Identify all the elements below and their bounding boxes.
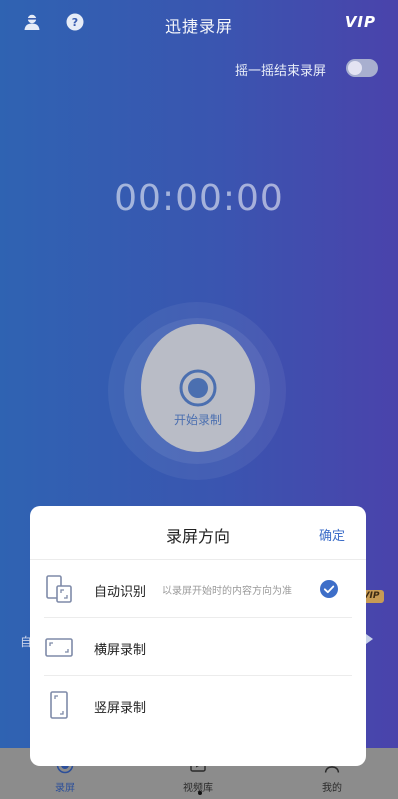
start-recording-button[interactable]: 开始录制 <box>141 324 255 452</box>
start-recording-label: 开始录制 <box>173 413 222 427</box>
confirm-button[interactable]: 确定 <box>319 525 345 544</box>
option-label: 横屏录制 <box>94 643 147 658</box>
recording-timer: 00:00:00 <box>114 178 284 219</box>
check-icon <box>320 580 338 598</box>
option-portrait[interactable]: 竖屏录制 <box>30 676 366 734</box>
record-icon <box>179 369 217 407</box>
option-label: 自动识别 <box>94 585 147 600</box>
auto-rotate-icon <box>46 575 72 603</box>
app-header: ? 迅捷录屏 VIP <box>0 0 398 46</box>
vip-button[interactable]: VIP <box>345 13 376 31</box>
option-label: 竖屏录制 <box>94 701 147 716</box>
background-chevron-right-icon <box>366 634 373 644</box>
nav-label-record: 录屏 <box>55 783 75 794</box>
portrait-icon <box>50 691 68 719</box>
nav-label-mine: 我的 <box>322 783 342 794</box>
toggle-knob <box>348 61 362 75</box>
page-indicator-dot <box>198 791 202 795</box>
option-description: 以录屏开始时的内容方向为准 <box>162 586 292 597</box>
record-screen: ? 迅捷录屏 VIP 摇一摇结束录屏 00:00:00 开始录制 VIP 自 录… <box>0 0 398 799</box>
shake-to-stop-toggle[interactable] <box>346 59 378 77</box>
app-title: 迅捷录屏 <box>164 17 233 36</box>
orientation-dialog: 录屏方向 确定 自动识别 以录屏开始时的内容方向为准 横屏录制 竖屏录制 <box>30 506 366 766</box>
landscape-icon <box>45 638 73 657</box>
option-landscape[interactable]: 横屏录制 <box>30 618 366 676</box>
dialog-title: 录屏方向 <box>165 527 230 546</box>
option-auto-detect[interactable]: 自动识别 以录屏开始时的内容方向为准 <box>30 560 366 618</box>
shake-to-stop-label: 摇一摇结束录屏 <box>234 64 326 79</box>
